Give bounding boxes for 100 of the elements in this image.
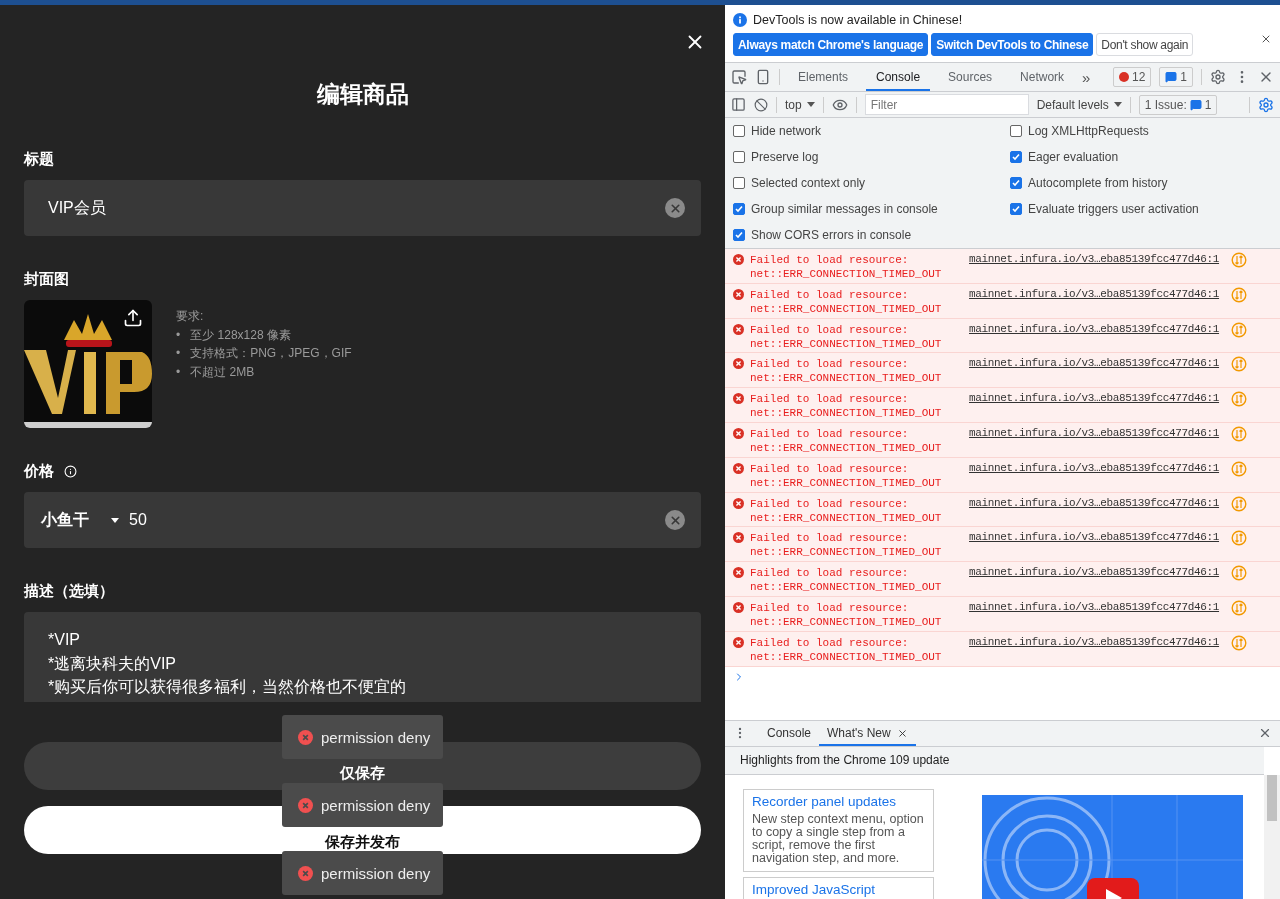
error-icon <box>298 865 313 881</box>
dialog-title: 编辑商品 <box>315 80 410 109</box>
source-link[interactable]: mainnet.infura.io/v3…eba85139fcc477d46:1 <box>969 253 1220 283</box>
error-icon <box>733 462 744 474</box>
checkbox[interactable] <box>733 151 745 163</box>
requirement-item: 至少 128x128 像素 <box>190 326 291 344</box>
checkbox[interactable] <box>1010 177 1022 189</box>
error-icon <box>298 797 313 813</box>
context-select[interactable]: top <box>785 97 815 112</box>
checkbox[interactable] <box>733 177 745 189</box>
close-icon[interactable] <box>1260 33 1272 45</box>
checkbox-label: Autocomplete from history <box>1028 176 1168 190</box>
error-message: Failed to load resource: net::ERR_CONNECTION_TIMED_OUT <box>750 531 943 561</box>
checkbox[interactable] <box>1010 125 1022 137</box>
caret-icon <box>111 517 119 523</box>
settings-icon[interactable] <box>1210 69 1226 85</box>
error-icon <box>733 601 744 613</box>
source-link[interactable]: mainnet.infura.io/v3…eba85139fcc477d46:1 <box>969 322 1220 353</box>
device-icon[interactable] <box>755 69 771 85</box>
checkbox[interactable] <box>733 125 745 137</box>
card-body: New step context menu, option to copy a single step from a script, remove the first navigation step, and more. <box>752 812 925 865</box>
panel-tab[interactable]: Sources <box>938 63 1003 91</box>
checkbox[interactable] <box>1010 203 1022 215</box>
source-link[interactable]: mainnet.infura.io/v3…eba85139fcc477d46:1 <box>969 427 1220 457</box>
description-field[interactable]: *VIP *逃离块科夫的VIP *购买后你可以获得很多福利，当然价格也不便宜的 <box>24 612 701 702</box>
infobar-button[interactable]: Don't show again <box>1096 33 1194 56</box>
settings-icon[interactable] <box>1258 96 1274 113</box>
error-count[interactable]: 12 <box>1112 67 1152 87</box>
card-title[interactable]: Improved JavaScript <box>752 881 925 897</box>
error-message: Failed to load resource: net::ERR_CONNECTION_TIMED_OUT <box>750 461 943 491</box>
scrollbar[interactable] <box>1264 774 1280 899</box>
error-icon <box>733 358 744 370</box>
close-icon[interactable] <box>896 727 908 739</box>
checkbox[interactable] <box>733 203 745 215</box>
source-link[interactable]: mainnet.infura.io/v3…eba85139fcc477d46:1 <box>969 392 1220 422</box>
checkbox-label: Hide network <box>751 124 822 138</box>
title-field[interactable]: VIP会员 <box>24 180 701 236</box>
caret-icon <box>806 102 815 107</box>
source-link[interactable]: mainnet.infura.io/v3…eba85139fcc477d46:1 <box>969 600 1220 631</box>
drawer-tab[interactable]: What's New <box>819 720 916 746</box>
error-message: Failed to load resource: net::ERR_CONNECTION_TIMED_OUT <box>750 427 943 456</box>
source-link[interactable]: mainnet.infura.io/v3…eba85139fcc477d46:1 <box>969 287 1220 318</box>
feature-card[interactable]: Improved JavaScript <box>743 876 934 899</box>
source-link[interactable]: mainnet.infura.io/v3…eba85139fcc477d46:1 <box>969 635 1220 666</box>
clear-icon[interactable] <box>665 510 685 530</box>
checkbox-label: Preserve log <box>751 150 819 164</box>
error-icon <box>733 636 744 648</box>
checkbox[interactable] <box>1010 151 1022 163</box>
error-message: Failed to load resource: net::ERR_CONNECTION_TIMED_OUT <box>750 287 943 317</box>
bullet: • <box>176 363 181 381</box>
levels-select[interactable]: Default levels <box>1036 97 1122 112</box>
source-link[interactable]: mainnet.infura.io/v3…eba85139fcc477d46:1 <box>969 531 1220 562</box>
clear-console-icon[interactable] <box>754 97 768 112</box>
more-tabs-button[interactable]: » <box>1082 68 1091 86</box>
source-link[interactable]: mainnet.infura.io/v3…eba85139fcc477d46:1 <box>969 357 1220 388</box>
requirement-item: 支持格式：PNG，JPEG，GIF <box>190 345 352 362</box>
panel-tab[interactable]: Network <box>1010 63 1075 91</box>
infobar-button[interactable]: Always match Chrome's language <box>733 33 929 56</box>
drawer-tab[interactable]: Console <box>759 720 820 746</box>
info-icon <box>733 13 747 27</box>
sidebar-icon[interactable] <box>731 97 746 112</box>
issues-button[interactable]: 1 Issue: 1 <box>1138 94 1218 115</box>
price-input[interactable]: 50 <box>129 511 147 528</box>
source-link[interactable]: mainnet.infura.io/v3…eba85139fcc477d46:1 <box>969 461 1220 492</box>
upload-icon[interactable] <box>123 308 143 328</box>
clear-icon[interactable] <box>665 198 685 218</box>
currency-select[interactable]: 小鱼干 <box>41 509 119 531</box>
infobar-button[interactable]: Switch DevTools to Chinese <box>931 33 1094 56</box>
bullet: • <box>176 345 181 362</box>
checkbox-label: Evaluate triggers user activation <box>1028 202 1199 216</box>
bullet: • <box>176 326 181 344</box>
panel-tab[interactable]: Elements <box>788 63 859 91</box>
price-field[interactable]: 小鱼干 50 <box>24 492 701 548</box>
error-icon <box>733 323 744 335</box>
infobar-message: DevTools is now available in Chinese! <box>753 13 963 27</box>
error-message: Failed to load resource: net::ERR_CONNECTION_TIMED_OUT <box>750 496 943 526</box>
message-icon <box>1189 98 1202 111</box>
error-icon <box>733 567 744 579</box>
checkbox-label: Log XMLHttpRequests <box>1028 124 1149 138</box>
checkbox-label: Eager evaluation <box>1028 150 1119 164</box>
feature-card[interactable]: Recorder panel updates New step context menu, option to copy a single step from a script, remove the first navigation step, and more. <box>743 788 934 872</box>
field-label: 价格 <box>24 462 54 481</box>
checkbox-label: Group similar messages in console <box>751 202 938 216</box>
inspect-icon[interactable] <box>731 69 747 85</box>
source-link[interactable]: mainnet.infura.io/v3…eba85139fcc477d46:1 <box>969 566 1220 596</box>
requirement-item: 不超过 2MB <box>190 363 255 381</box>
error-icon <box>733 288 744 300</box>
field-label: 封面图 <box>24 270 69 289</box>
toast-text: permission deny <box>321 864 431 882</box>
error-message: Failed to load resource: net::ERR_CONNECTION_TIMED_OUT <box>750 357 943 387</box>
error-message: Failed to load resource: net::ERR_CONNECTION_TIMED_OUT <box>750 253 943 282</box>
message-count[interactable]: 1 <box>1159 67 1193 87</box>
error-icon <box>733 497 744 509</box>
error-icon <box>733 254 744 265</box>
checkbox[interactable] <box>733 229 745 241</box>
error-message: Failed to load resource: net::ERR_CONNECTION_TIMED_OUT <box>750 566 943 596</box>
source-link[interactable]: mainnet.infura.io/v3…eba85139fcc477d46:1 <box>969 496 1220 527</box>
error-message: Failed to load resource: net::ERR_CONNECTION_TIMED_OUT <box>750 322 943 352</box>
card-title[interactable]: Recorder panel updates <box>752 793 925 809</box>
filter-field[interactable]: Filter <box>864 94 1029 115</box>
